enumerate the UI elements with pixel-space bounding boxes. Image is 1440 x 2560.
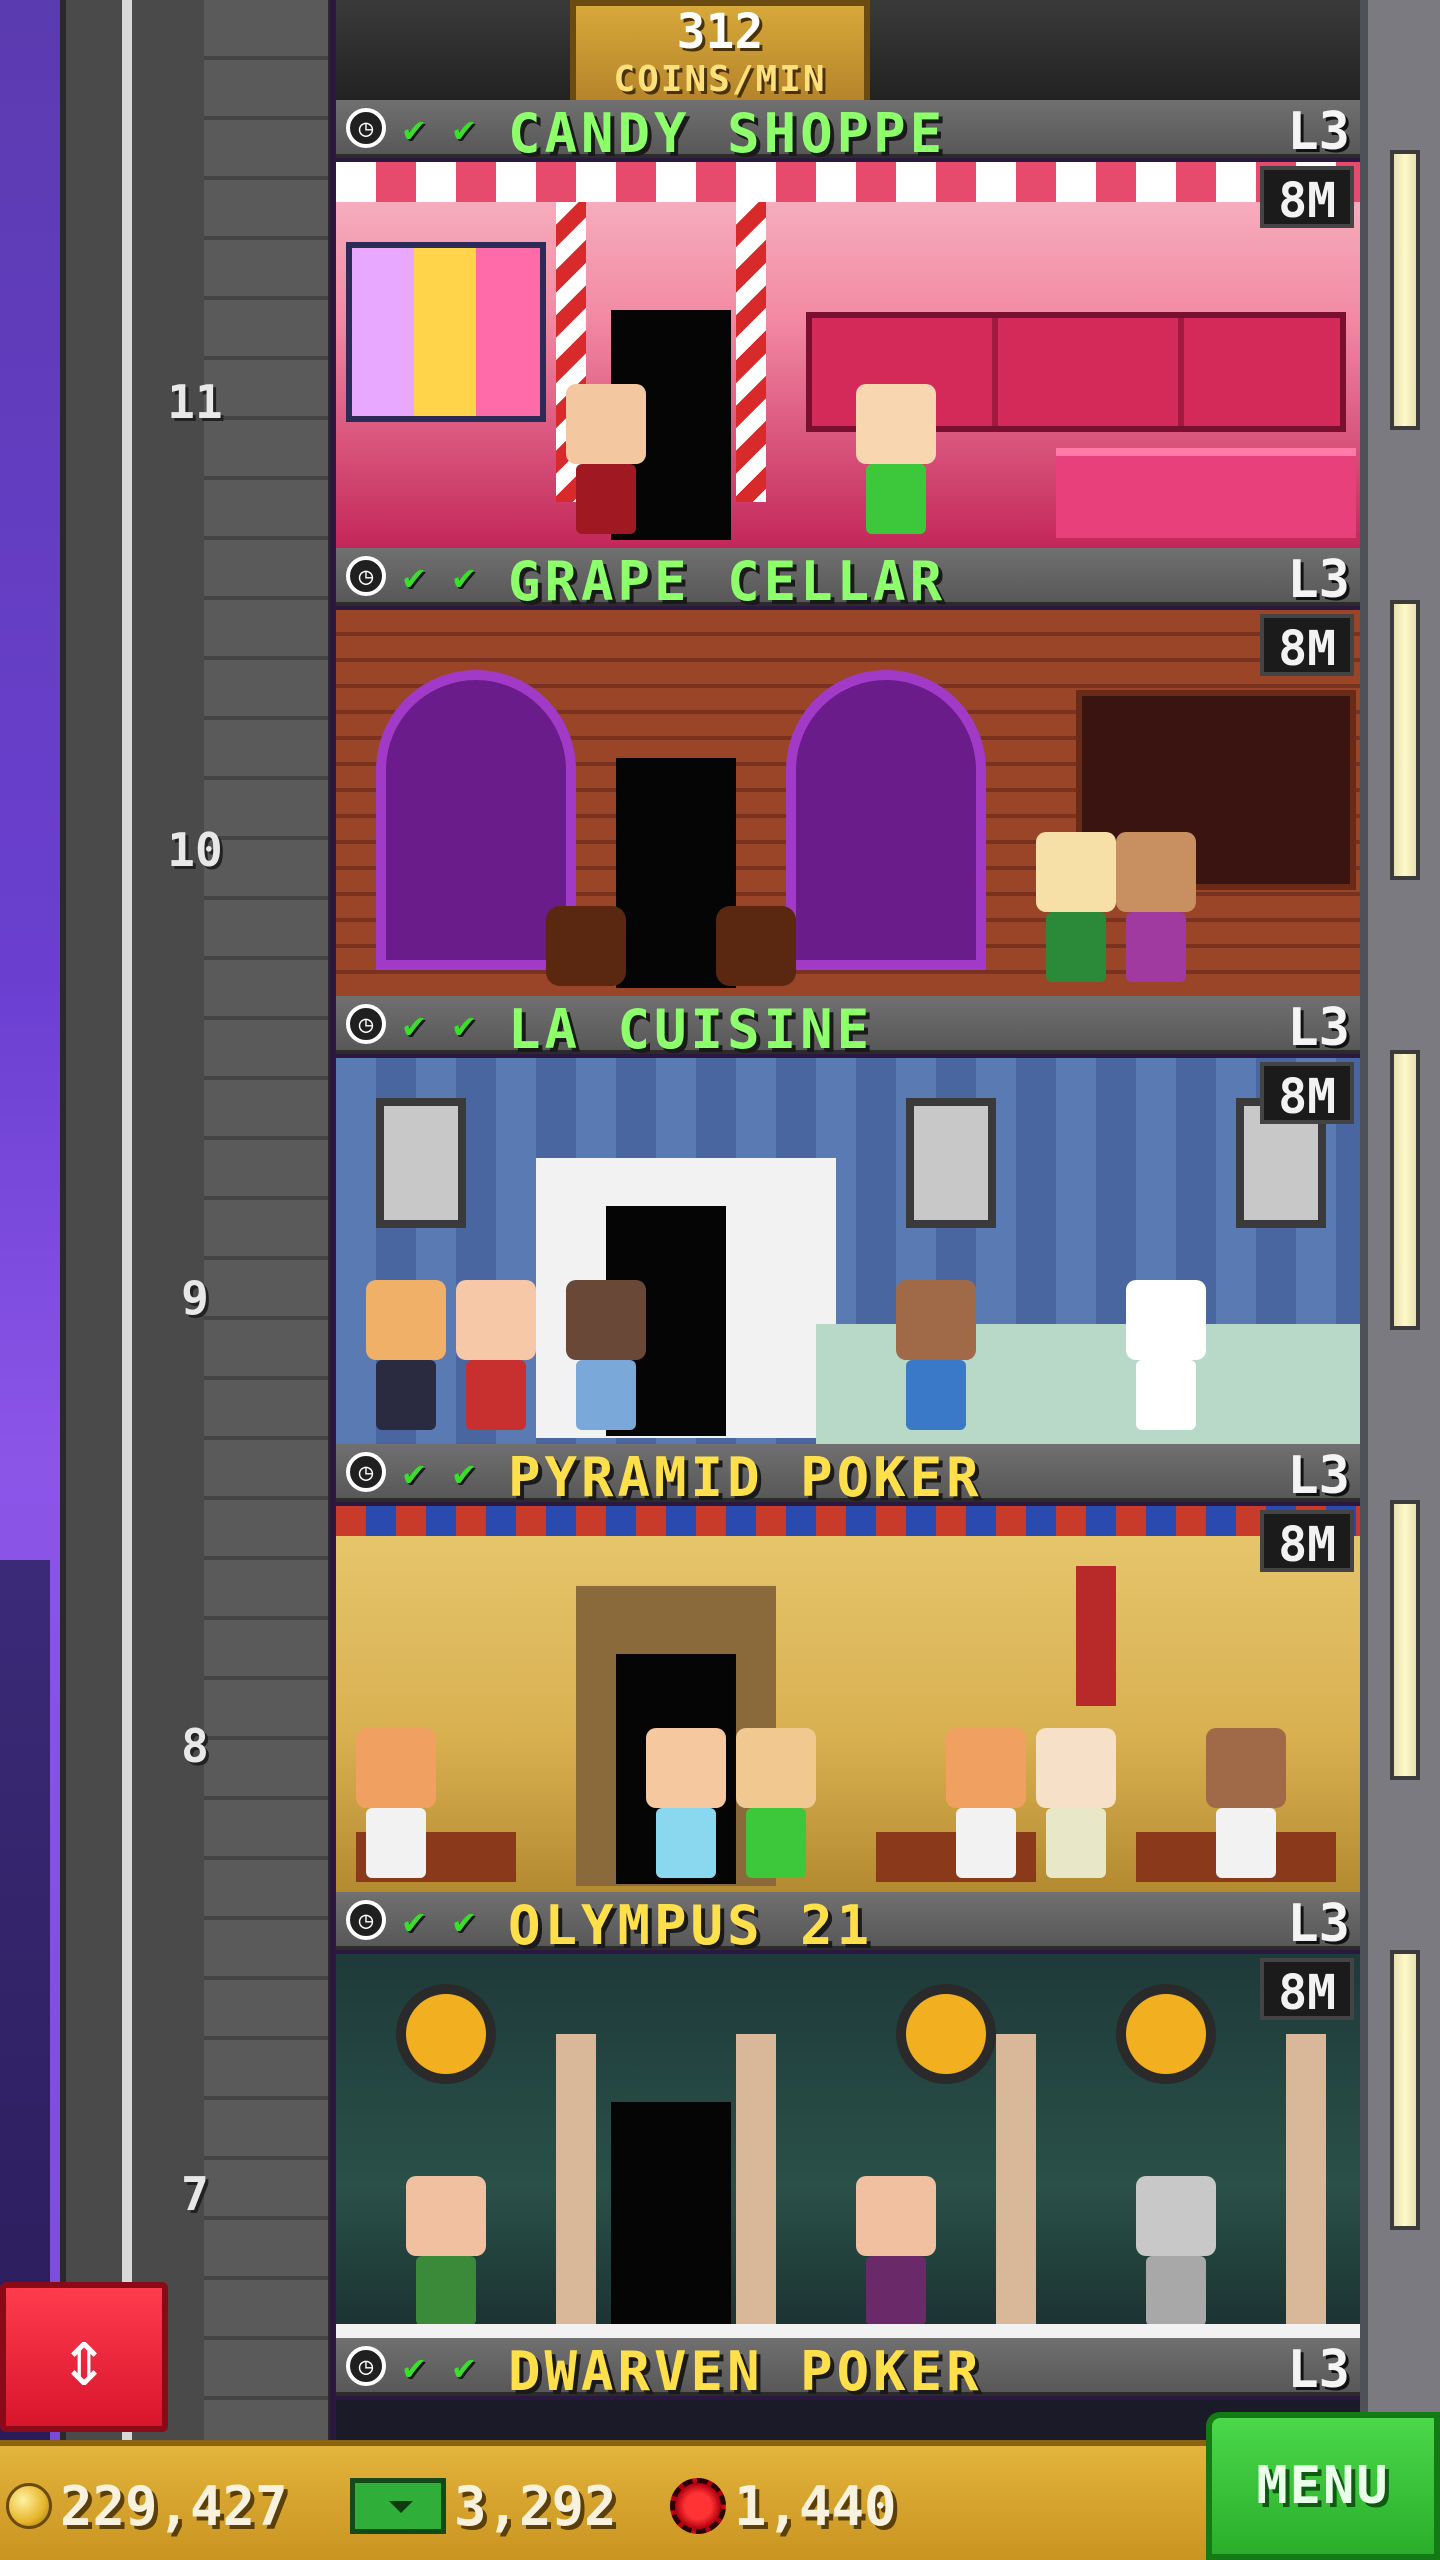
person <box>736 1728 816 1878</box>
floor-level: L3 <box>1287 102 1350 162</box>
floor-olympus-21[interactable]: ◷ ✔ ✔ OLYMPUS 21 L3 8M <box>336 1892 1360 2340</box>
check-icon: ✔ <box>453 1453 475 1494</box>
coin-icon <box>6 2483 52 2529</box>
doorway <box>611 2102 731 2332</box>
floor-name: DWARVEN POKER <box>508 2340 983 2403</box>
shaft-rail <box>122 0 132 2440</box>
person <box>646 1728 726 1878</box>
floor-name: PYRAMID POKER <box>508 1446 983 1509</box>
person <box>1036 832 1116 982</box>
floor-grape-cellar[interactable]: ◷ ✔ ✔ GRAPE CELLAR L3 8M <box>336 548 1360 996</box>
clock-icon: ◷ <box>346 108 386 148</box>
floor-level: L3 <box>1287 1446 1350 1506</box>
coins-per-min-label: COINS/MIN <box>613 59 827 100</box>
floor-level: L3 <box>1287 1894 1350 1954</box>
floor-name: CANDY SHOPPE <box>508 102 947 165</box>
person <box>1036 1728 1116 1878</box>
floor-number-11: 11 <box>167 375 223 429</box>
person <box>1116 832 1196 982</box>
person <box>566 1280 646 1430</box>
clock-icon: ◷ <box>346 2346 386 2386</box>
floor-level: L3 <box>1287 550 1350 610</box>
clock-icon: ◷ <box>346 556 386 596</box>
coins-display[interactable]: 229,427 <box>6 2468 288 2544</box>
floor-number-9: 9 <box>181 1271 209 1325</box>
person <box>1136 2176 1216 2326</box>
floor-name: LA CUISINE <box>508 998 874 1061</box>
bux-value: 3,292 <box>454 2474 617 2538</box>
window <box>1390 1950 1420 2230</box>
person <box>856 2176 936 2326</box>
floor-header: ◷ ✔ ✔ OLYMPUS 21 L3 <box>336 1892 1360 1957</box>
person <box>366 1280 446 1430</box>
person <box>856 384 936 534</box>
check-icon: ✔ <box>403 109 425 150</box>
restock-timer: 8M <box>1260 166 1354 229</box>
bux-icon <box>350 2478 446 2534</box>
person <box>456 1280 536 1430</box>
check-icon: ✔ <box>453 557 475 598</box>
person <box>1126 1280 1206 1430</box>
room-interior <box>336 1954 1360 2340</box>
coins-per-min-badge: 312 COINS/MIN <box>570 0 870 110</box>
window <box>1390 1500 1420 1780</box>
floor-header: ◷ ✔ ✔ DWARVEN POKER L3 <box>336 2338 1360 2403</box>
restock-timer: 8M <box>1260 614 1354 677</box>
check-icon: ✔ <box>403 1901 425 1942</box>
check-icon: ✔ <box>453 2347 475 2388</box>
clock-icon: ◷ <box>346 1452 386 1492</box>
person <box>356 1728 436 1878</box>
check-icon: ✔ <box>403 557 425 598</box>
shaft-bricks <box>204 0 328 2440</box>
check-icon: ✔ <box>453 1005 475 1046</box>
floor-number-10: 10 <box>167 823 223 877</box>
room-interior <box>336 1058 1360 1444</box>
window <box>1390 600 1420 880</box>
check-icon: ✔ <box>403 1453 425 1494</box>
floor-name: GRAPE CELLAR <box>508 550 947 613</box>
up-down-arrows-icon: ⇕ <box>59 2310 109 2404</box>
check-icon: ✔ <box>403 2347 425 2388</box>
floor-level: L3 <box>1287 2340 1350 2400</box>
room-interior <box>336 162 1360 548</box>
restock-timer: 8M <box>1260 1062 1354 1125</box>
check-icon: ✔ <box>453 1901 475 1942</box>
floor-la-cuisine[interactable]: ◷ ✔ ✔ LA CUISINE L3 8M <box>336 996 1360 1444</box>
floor-header: ◷ ✔ ✔ PYRAMID POKER L3 <box>336 1444 1360 1509</box>
elevator-shaft[interactable] <box>60 0 330 2440</box>
coins-value: 229,427 <box>60 2474 288 2538</box>
room-interior <box>336 610 1360 996</box>
floor-pyramid-poker[interactable]: ◷ ✔ ✔ PYRAMID POKER L3 8M <box>336 1444 1360 1892</box>
chip-icon <box>670 2478 726 2534</box>
chips-display[interactable]: 1,440 <box>670 2468 897 2544</box>
window <box>1390 150 1420 430</box>
restock-timer: 8M <box>1260 1958 1354 2021</box>
floor-header: ◷ ✔ ✔ LA CUISINE L3 <box>336 996 1360 1061</box>
clock-icon: ◷ <box>346 1004 386 1044</box>
floor-number-7: 7 <box>181 2167 209 2221</box>
window <box>1390 1050 1420 1330</box>
floor-number-8: 8 <box>181 1719 209 1773</box>
chips-value: 1,440 <box>734 2474 897 2538</box>
check-icon: ✔ <box>453 109 475 150</box>
floor-name: OLYMPUS 21 <box>508 1894 874 1957</box>
bux-display[interactable]: 3,292 <box>350 2468 617 2544</box>
room-interior <box>336 1506 1360 1892</box>
check-icon: ✔ <box>403 1005 425 1046</box>
person <box>406 2176 486 2326</box>
person <box>1206 1728 1286 1878</box>
person <box>896 1280 976 1430</box>
floor-candy-shoppe[interactable]: ◷ ✔ ✔ CANDY SHOPPE L3 8M <box>336 100 1360 548</box>
floor-level: L3 <box>1287 998 1350 1058</box>
floor-header: ◷ ✔ ✔ CANDY SHOPPE L3 <box>336 100 1360 165</box>
clock-icon: ◷ <box>346 1900 386 1940</box>
person <box>566 384 646 534</box>
coins-per-min-value: 312 <box>676 4 764 60</box>
restock-timer: 8M <box>1260 1510 1354 1573</box>
elevator-button[interactable]: ⇕ <box>0 2282 168 2432</box>
menu-button[interactable]: MENU <box>1206 2412 1440 2560</box>
person <box>946 1728 1026 1878</box>
floor-header: ◷ ✔ ✔ GRAPE CELLAR L3 <box>336 548 1360 613</box>
